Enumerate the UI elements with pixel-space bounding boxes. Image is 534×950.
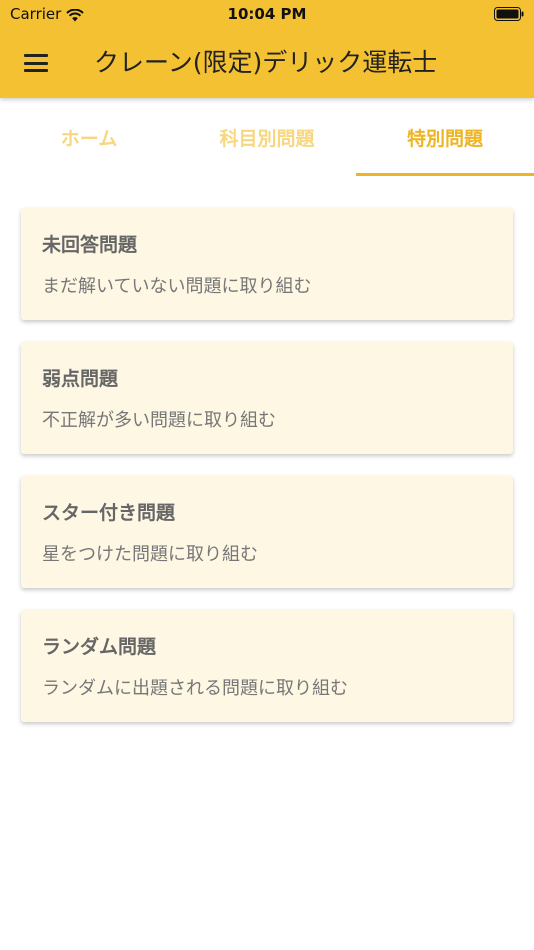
special-question-list: 未回答問題 まだ解いていない問題に取り組む 弱点問題 不正解が多い問題に取り組む… <box>21 208 513 744</box>
card-title: 未回答問題 <box>42 234 138 256</box>
card-starred[interactable]: スター付き問題 星をつけた問題に取り組む <box>21 476 513 588</box>
card-description: ランダムに出題される問題に取り組む <box>42 678 348 699</box>
card-unanswered[interactable]: 未回答問題 まだ解いていない問題に取り組む <box>21 208 513 320</box>
card-weak-points[interactable]: 弱点問題 不正解が多い問題に取り組む <box>21 342 513 454</box>
status-time: 10:04 PM <box>227 5 307 23</box>
tab-home-label: ホーム <box>60 127 118 150</box>
card-random[interactable]: ランダム問題 ランダムに出題される問題に取り組む <box>21 610 513 722</box>
card-description: 星をつけた問題に取り組む <box>42 544 258 565</box>
tab-special-label: 特別問題 <box>406 127 483 150</box>
status-bar: Carrier 10:04 PM <box>0 0 534 28</box>
card-description: 不正解が多い問題に取り組む <box>42 410 276 431</box>
card-description: まだ解いていない問題に取り組む <box>42 276 312 297</box>
app-bar: クレーン(限定)デリック運転士 <box>0 28 534 98</box>
app-title: クレーン(限定)デリック運転士 <box>94 48 438 77</box>
card-title: ランダム問題 <box>42 636 157 658</box>
card-title: 弱点問題 <box>42 368 119 390</box>
top-bar: Carrier 10:04 PM クレーン(限定)デリック運転士 <box>0 0 534 98</box>
menu-button[interactable] <box>16 46 56 80</box>
tab-home[interactable]: ホーム <box>0 98 178 176</box>
hamburger-menu-icon <box>24 54 48 72</box>
tab-special[interactable]: 特別問題 <box>356 98 534 176</box>
card-title: スター付き問題 <box>42 502 176 524</box>
battery-icon <box>494 7 524 21</box>
tab-by-subject[interactable]: 科目別問題 <box>178 98 356 176</box>
tab-by-subject-label: 科目別問題 <box>219 127 315 150</box>
tab-bar: ホーム 科目別問題 特別問題 <box>0 98 534 176</box>
